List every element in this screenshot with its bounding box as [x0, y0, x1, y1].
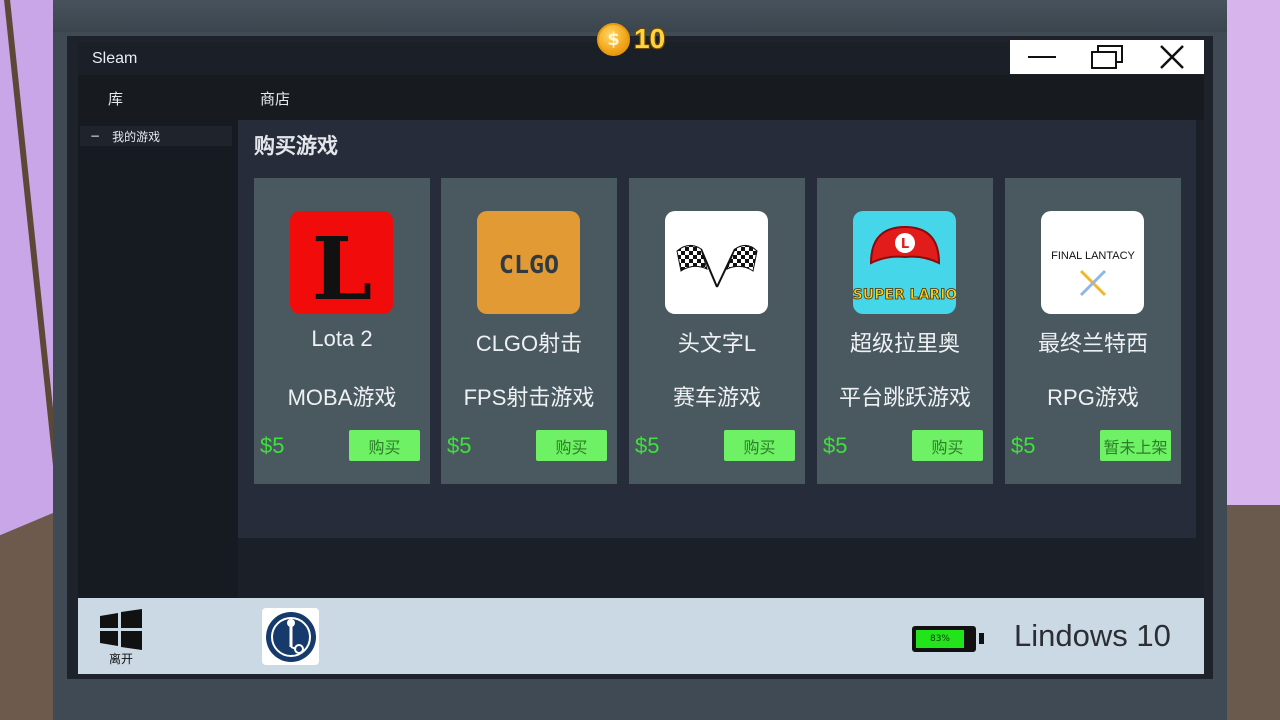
battery-indicator: 83%	[912, 626, 976, 652]
buy-button[interactable]: 购买	[536, 430, 607, 461]
minimize-icon	[1028, 56, 1057, 58]
lario-logo-text: SUPER LARIO	[853, 287, 956, 303]
game-genre: 赛车游戏	[672, 385, 761, 410]
lota-logo-letter: L	[312, 219, 372, 314]
game-card: FINAL LANTACY 最终兰特西 RPG游戏 $5 暂未上架	[1005, 178, 1181, 484]
sidebar-item-my-games[interactable]: − 我的游戏	[80, 126, 232, 146]
buy-button[interactable]: 购买	[912, 430, 983, 461]
game-title: 超级拉里奥	[849, 331, 960, 356]
game-card: L SUPER LARIO 超级拉里奥 平台跳跃游戏 $5 购买	[817, 178, 993, 484]
close-icon	[1159, 45, 1184, 69]
final-lantacy-logo-icon: FINAL LANTACY	[1041, 211, 1144, 314]
restore-button[interactable]	[1075, 40, 1140, 74]
collapse-icon: −	[90, 129, 101, 143]
window-title: Sleam	[92, 50, 138, 67]
unavailable-button[interactable]: 暂未上架	[1100, 430, 1171, 461]
nav-bar: 库 商店	[78, 75, 1204, 120]
game-card: L Lota 2 MOBA游戏 $5 购买	[254, 178, 430, 484]
tab-store[interactable]: 商店	[260, 88, 290, 109]
os-name: Lindows 10	[1014, 618, 1171, 653]
sidebar: − 我的游戏	[78, 120, 238, 598]
coin-counter: $ 10	[597, 22, 665, 56]
main-area: 购买游戏 L Lota 2 MOBA游戏 $5 购买 CLGO CLGO射击 F…	[238, 120, 1204, 598]
game-title: CLGO射击	[475, 331, 583, 356]
restore-icon	[1091, 45, 1123, 69]
lota-logo-icon: L	[290, 211, 393, 314]
battery-tip	[979, 633, 984, 644]
coin-icon: $	[597, 22, 630, 56]
buy-button[interactable]: 购买	[349, 430, 420, 461]
clgo-logo-icon: CLGO	[477, 211, 580, 314]
store-panel: 购买游戏 L Lota 2 MOBA游戏 $5 购买 CLGO CLGO射击 F…	[238, 120, 1196, 538]
windows-logo-icon	[100, 609, 142, 650]
game-card: 头文字L 赛车游戏 $5 购买	[629, 178, 805, 484]
start-label: 离开	[108, 652, 133, 666]
clgo-logo-text: CLGO	[499, 250, 559, 279]
game-price: $5	[1011, 433, 1036, 458]
background-floor-right	[1220, 505, 1280, 720]
window-controls	[1010, 40, 1204, 74]
tab-library[interactable]: 库	[108, 88, 123, 109]
game-genre: 平台跳跃游戏	[838, 385, 971, 410]
game-genre: RPG游戏	[1047, 385, 1139, 410]
lario-cap-letter: L	[901, 237, 909, 252]
game-genre: MOBA游戏	[287, 385, 397, 410]
sleam-logo-icon	[265, 611, 316, 662]
game-price: $5	[447, 433, 472, 458]
game-price: $5	[823, 433, 848, 458]
game-title: 最终兰特西	[1037, 331, 1148, 356]
checkered-flags-icon	[665, 211, 768, 314]
battery-level: 83%	[916, 630, 964, 648]
taskbar-sleam-app[interactable]	[262, 608, 319, 665]
background-floor-left	[0, 510, 60, 720]
coin-count: 10	[634, 23, 666, 54]
game-card: CLGO CLGO射击 FPS射击游戏 $5 购买	[441, 178, 617, 484]
game-title: Lota 2	[311, 326, 373, 351]
final-lantacy-logo-text: FINAL LANTACY	[1051, 250, 1135, 262]
start-button[interactable]: 离开	[98, 608, 144, 668]
super-lario-logo-icon: L SUPER LARIO	[853, 211, 956, 314]
game-genre: FPS射击游戏	[463, 385, 595, 410]
close-button[interactable]	[1139, 40, 1204, 74]
game-title: 头文字L	[677, 331, 757, 356]
sidebar-item-label: 我的游戏	[112, 129, 161, 144]
minimize-button[interactable]	[1010, 40, 1075, 74]
taskbar: 离开 83% Lindows 10	[78, 598, 1204, 674]
buy-button[interactable]: 购买	[724, 430, 795, 461]
page-title: 购买游戏	[254, 134, 338, 158]
game-price: $5	[260, 433, 285, 458]
game-price: $5	[635, 433, 660, 458]
